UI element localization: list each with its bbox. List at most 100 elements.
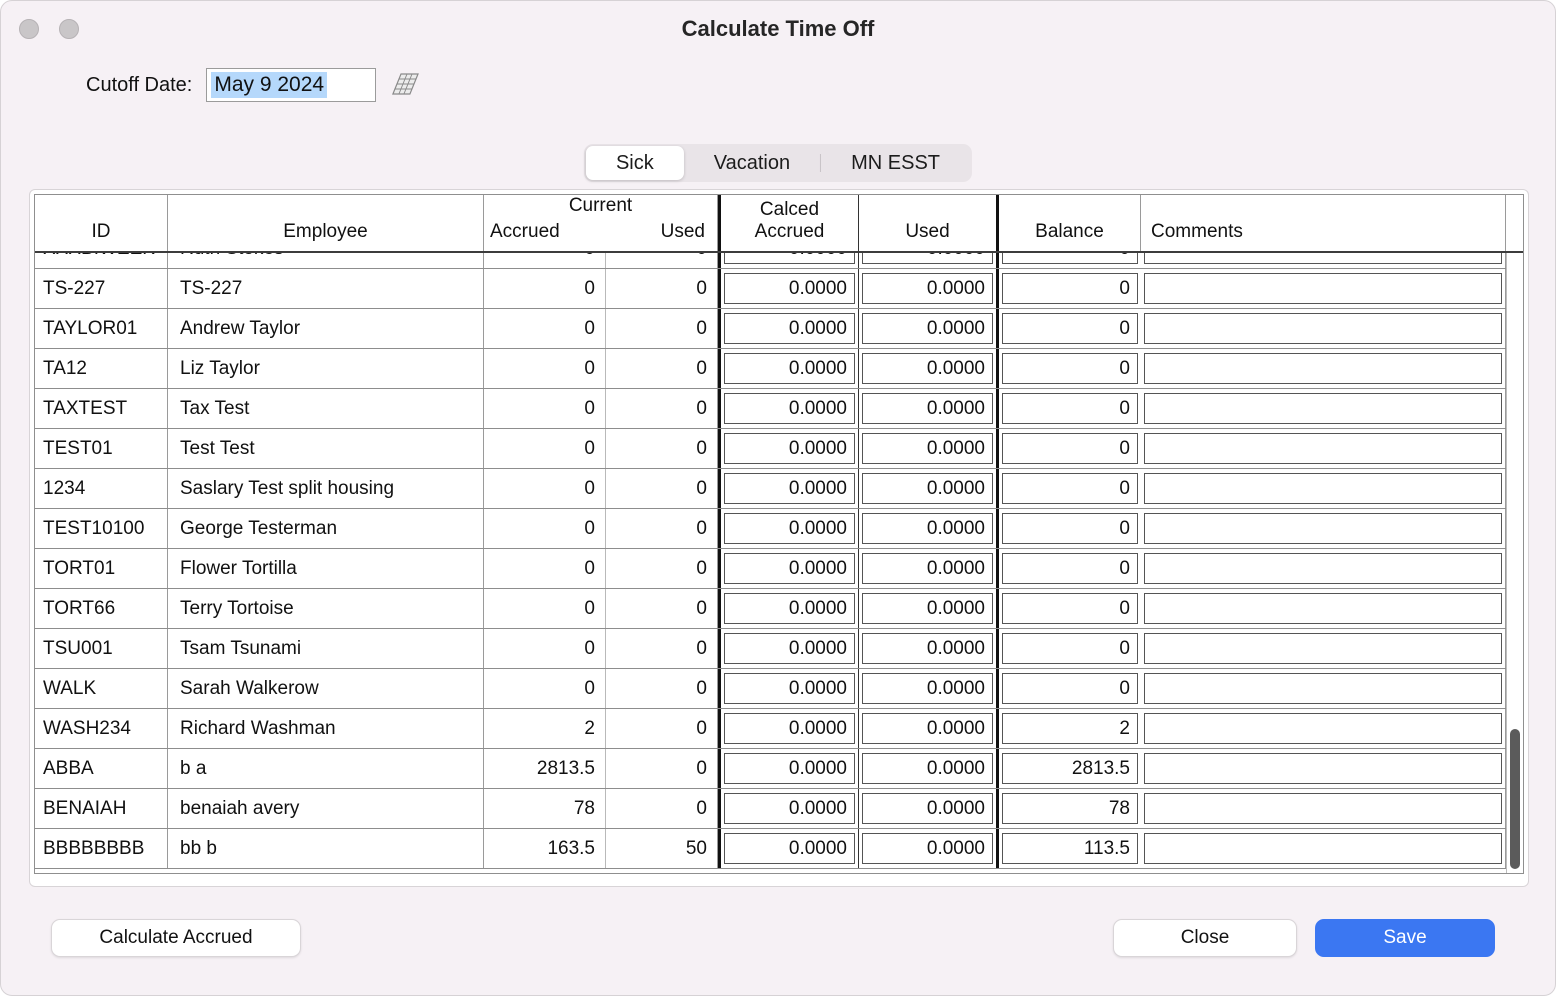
header-balance[interactable]: Balance bbox=[999, 195, 1141, 251]
tab-mn-esst[interactable]: MN ESST bbox=[821, 146, 970, 180]
cell-comments[interactable] bbox=[1141, 709, 1506, 748]
cell-comments[interactable] bbox=[1141, 253, 1506, 268]
cell-calced-used[interactable]: 0.0000 bbox=[859, 709, 999, 748]
cell-employee: Tax Test bbox=[168, 389, 484, 428]
table-row[interactable]: 1234Saslary Test split housing000.00000.… bbox=[35, 469, 1523, 509]
table-row[interactable]: BBBBBBBBbb b163.5500.00000.0000113.5 bbox=[35, 829, 1523, 869]
table-row[interactable]: TEST01Test Test000.00000.00000 bbox=[35, 429, 1523, 469]
table-row[interactable]: WALKSarah Walkerow000.00000.00000 bbox=[35, 669, 1523, 709]
cell-comments[interactable] bbox=[1141, 829, 1506, 868]
cell-calced-accrued[interactable]: 0.0000 bbox=[718, 389, 859, 428]
cell-calced-used[interactable]: 0.0000 bbox=[859, 629, 999, 668]
cell-comments[interactable] bbox=[1141, 549, 1506, 588]
cell-calced-used[interactable]: 0.0000 bbox=[859, 349, 999, 388]
cell-calced-accrued[interactable]: 0.0000 bbox=[718, 669, 859, 708]
cell-calced-used[interactable]: 0.0000 bbox=[859, 669, 999, 708]
cell-comments[interactable] bbox=[1141, 749, 1506, 788]
cell-calced-used[interactable]: 0.0000 bbox=[859, 389, 999, 428]
tab-sick[interactable]: Sick bbox=[586, 146, 684, 180]
table-row[interactable]: ABBAb a2813.500.00000.00002813.5 bbox=[35, 749, 1523, 789]
cell-comments[interactable] bbox=[1141, 309, 1506, 348]
table-row[interactable]: TORT01Flower Tortilla000.00000.00000 bbox=[35, 549, 1523, 589]
cell-employee: Richard Washman bbox=[168, 709, 484, 748]
cell-calced-accrued[interactable]: 0.0000 bbox=[718, 349, 859, 388]
cell-comments[interactable] bbox=[1141, 589, 1506, 628]
cell-comments[interactable] bbox=[1141, 389, 1506, 428]
cell-calced-accrued[interactable]: 0.0000 bbox=[718, 469, 859, 508]
cell-calced-accrued[interactable]: 0.0000 bbox=[718, 309, 859, 348]
tab-vacation[interactable]: Vacation bbox=[684, 146, 820, 180]
cell-calced-accrued[interactable]: 0.0000 bbox=[718, 429, 859, 468]
cell-calced-accrued[interactable]: 0.0000 bbox=[718, 789, 859, 828]
table-row[interactable]: TS-227 TS-227000.00000.00000 bbox=[35, 269, 1523, 309]
cell-calced-used[interactable]: 0.0000 bbox=[859, 589, 999, 628]
cell-calced-used[interactable]: 0.0000 bbox=[859, 749, 999, 788]
cell-calced-accrued[interactable]: 0.0000 bbox=[718, 589, 859, 628]
cell-accrued: 0 bbox=[484, 349, 606, 388]
cell-used: 0 bbox=[606, 709, 718, 748]
cell-id: TS-227 bbox=[35, 269, 168, 308]
cell-comments[interactable] bbox=[1141, 629, 1506, 668]
table-row[interactable]: XXXBIWEEKRuth Stokes000.00000.00000 bbox=[35, 253, 1523, 269]
cell-comments[interactable] bbox=[1141, 429, 1506, 468]
cell-id: WASH234 bbox=[35, 709, 168, 748]
cell-calced-accrued[interactable]: 0.0000 bbox=[718, 269, 859, 308]
header-current: Current bbox=[484, 195, 717, 217]
cell-used: 0 bbox=[606, 253, 718, 268]
cell-calced-accrued[interactable]: 0.0000 bbox=[718, 629, 859, 668]
save-button[interactable]: Save bbox=[1315, 919, 1495, 957]
table-row[interactable]: BENAIAHbenaiah avery7800.00000.000078 bbox=[35, 789, 1523, 829]
cell-comments[interactable] bbox=[1141, 509, 1506, 548]
header-current-group[interactable]: Current Accrued Used bbox=[484, 195, 718, 251]
calendar-icon[interactable] bbox=[392, 72, 422, 98]
minimize-window-button[interactable] bbox=[59, 19, 79, 39]
cell-balance: 0 bbox=[999, 629, 1141, 668]
table-row[interactable]: TA12Liz Taylor000.00000.00000 bbox=[35, 349, 1523, 389]
cell-calced-accrued[interactable]: 0.0000 bbox=[718, 253, 859, 268]
timeoff-table: ID Employee Current Accrued Used Calced … bbox=[34, 194, 1524, 874]
calculate-accrued-button[interactable]: Calculate Accrued bbox=[51, 919, 301, 957]
cell-used: 0 bbox=[606, 429, 718, 468]
header-calced-accrued[interactable]: Calced Accrued bbox=[718, 195, 859, 251]
cell-accrued: 0 bbox=[484, 509, 606, 548]
table-row[interactable]: WASH234Richard Washman200.00000.00002 bbox=[35, 709, 1523, 749]
cell-calced-accrued[interactable]: 0.0000 bbox=[718, 709, 859, 748]
cell-comments[interactable] bbox=[1141, 669, 1506, 708]
close-window-button[interactable] bbox=[19, 19, 39, 39]
cell-comments[interactable] bbox=[1141, 789, 1506, 828]
cell-calced-used[interactable]: 0.0000 bbox=[859, 269, 999, 308]
cell-calced-used[interactable]: 0.0000 bbox=[859, 469, 999, 508]
cell-calced-accrued[interactable]: 0.0000 bbox=[718, 549, 859, 588]
cell-calced-accrued[interactable]: 0.0000 bbox=[718, 509, 859, 548]
titlebar: Calculate Time Off bbox=[1, 1, 1555, 57]
cell-used: 0 bbox=[606, 309, 718, 348]
close-button[interactable]: Close bbox=[1113, 919, 1297, 957]
cell-calced-used[interactable]: 0.0000 bbox=[859, 509, 999, 548]
cell-employee: b a bbox=[168, 749, 484, 788]
header-calced-used[interactable]: Used bbox=[859, 195, 999, 251]
cell-calced-used[interactable]: 0.0000 bbox=[859, 253, 999, 268]
cell-calced-used[interactable]: 0.0000 bbox=[859, 429, 999, 468]
cell-comments[interactable] bbox=[1141, 469, 1506, 508]
cell-calced-used[interactable]: 0.0000 bbox=[859, 549, 999, 588]
table-row[interactable]: TAXTESTTax Test000.00000.00000 bbox=[35, 389, 1523, 429]
cell-comments[interactable] bbox=[1141, 349, 1506, 388]
cell-id: TORT66 bbox=[35, 589, 168, 628]
table-row[interactable]: TSU001Tsam Tsunami000.00000.00000 bbox=[35, 629, 1523, 669]
vertical-scrollbar[interactable] bbox=[1506, 253, 1523, 873]
cutoff-date-input[interactable]: May 9 2024 bbox=[206, 68, 376, 102]
cell-calced-accrued[interactable]: 0.0000 bbox=[718, 749, 859, 788]
header-id[interactable]: ID bbox=[35, 195, 168, 251]
cell-comments[interactable] bbox=[1141, 269, 1506, 308]
table-row[interactable]: TORT66Terry Tortoise000.00000.00000 bbox=[35, 589, 1523, 629]
table-row[interactable]: TEST10100George Testerman000.00000.00000 bbox=[35, 509, 1523, 549]
cell-calced-used[interactable]: 0.0000 bbox=[859, 309, 999, 348]
header-comments[interactable]: Comments bbox=[1141, 195, 1506, 251]
cell-calced-used[interactable]: 0.0000 bbox=[859, 789, 999, 828]
cell-calced-used[interactable]: 0.0000 bbox=[859, 829, 999, 868]
table-row[interactable]: TAYLOR01Andrew Taylor000.00000.00000 bbox=[35, 309, 1523, 349]
header-employee[interactable]: Employee bbox=[168, 195, 484, 251]
scrollbar-thumb[interactable] bbox=[1510, 729, 1520, 869]
cell-balance: 0 bbox=[999, 389, 1141, 428]
cell-calced-accrued[interactable]: 0.0000 bbox=[718, 829, 859, 868]
